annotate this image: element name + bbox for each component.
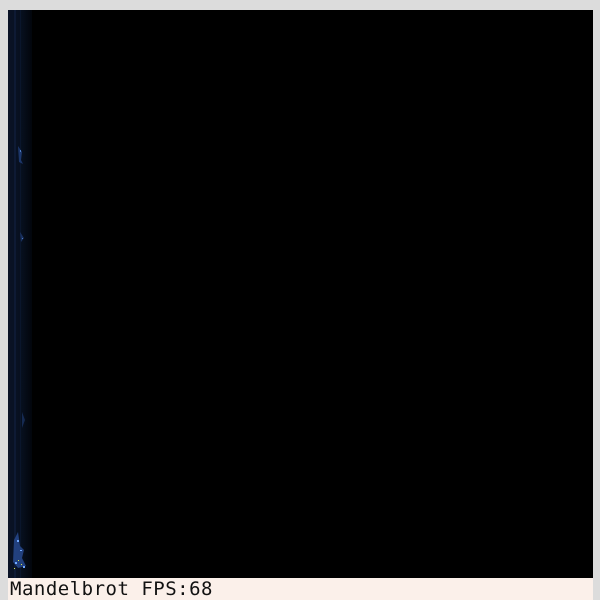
fractal-canvas[interactable] (8, 10, 593, 578)
fractal-edge-detail (13, 10, 26, 578)
status-text: Mandelbrot FPS:68 (10, 578, 213, 600)
status-bar: Mandelbrot FPS:68 (8, 578, 593, 600)
app-window: Mandelbrot FPS:68 (0, 0, 600, 600)
